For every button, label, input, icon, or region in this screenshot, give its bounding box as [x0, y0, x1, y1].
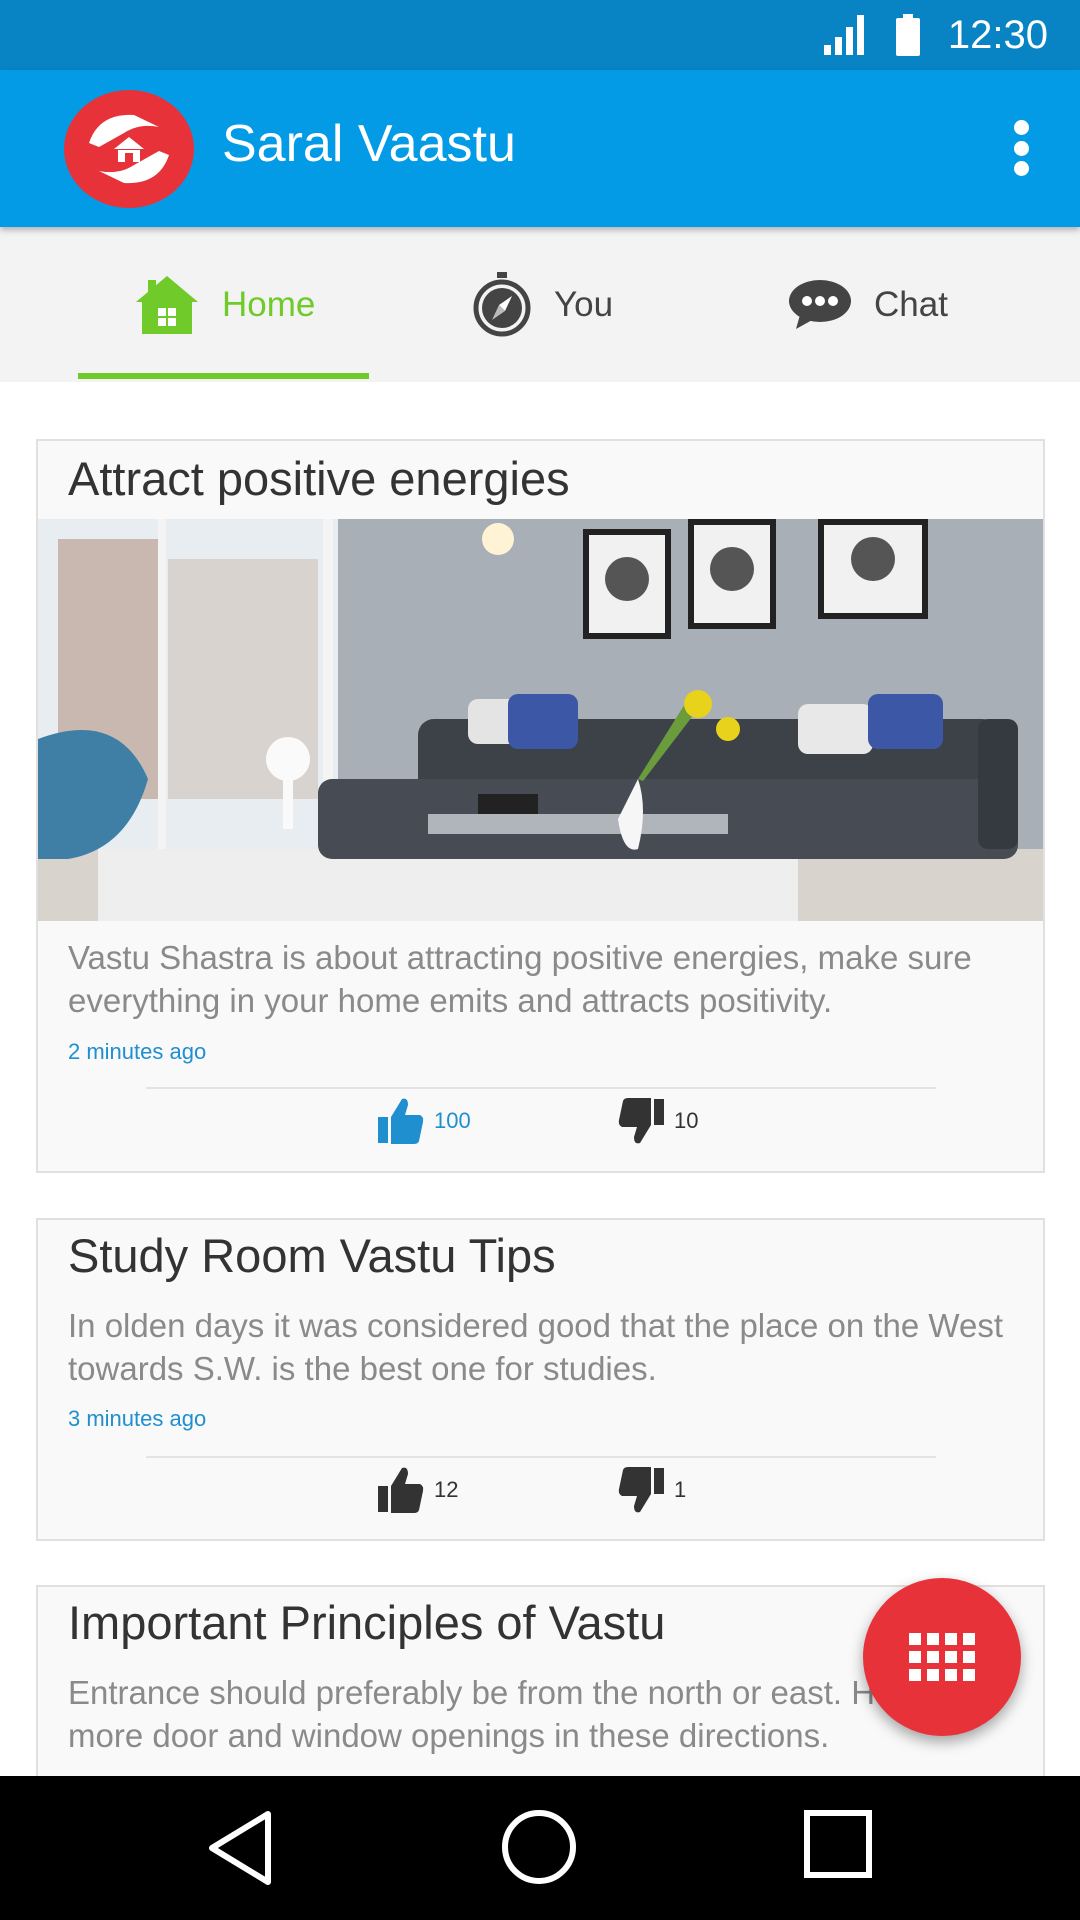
like-button[interactable]: 12 [378, 1466, 458, 1514]
post-text: In olden days it was considered good tha… [68, 1307, 1003, 1387]
thumbs-up-icon [378, 1467, 424, 1513]
card-divider [146, 1456, 936, 1458]
tab-bar: Home You Chat [0, 227, 1080, 382]
hands-house-logo-icon [89, 114, 169, 184]
tab-label: Home [222, 284, 316, 324]
living-room-photo[interactable] [38, 519, 1043, 921]
dislike-button[interactable]: 10 [618, 1097, 698, 1145]
post-card[interactable]: Attract positive energies Vastu Shastra … [36, 439, 1045, 1173]
thumbs-down-icon [618, 1098, 664, 1144]
post-timestamp: 3 minutes ago [68, 1406, 207, 1431]
tab-chat[interactable]: Chat [788, 227, 948, 382]
active-tab-indicator [78, 373, 369, 379]
like-count: 12 [434, 1477, 459, 1502]
post-timestamp: 2 minutes ago [68, 1039, 207, 1064]
app-title: Saral Vaastu [222, 115, 516, 173]
tab-home[interactable]: Home [134, 227, 315, 382]
dot-icon [1013, 140, 1029, 156]
recents-square-icon[interactable] [802, 1808, 874, 1880]
like-button[interactable]: 100 [378, 1097, 471, 1145]
status-time: 12:30 [947, 12, 1048, 57]
dislike-count: 10 [674, 1108, 699, 1133]
tab-label: Chat [874, 284, 948, 324]
signal-icon [823, 15, 864, 55]
post-title: Attract positive energies [68, 452, 570, 505]
home-circle-icon[interactable] [500, 1808, 578, 1886]
post-title: Important Principles of Vastu [68, 1596, 666, 1649]
status-bar: 12:30 [0, 0, 1080, 70]
app-logo [64, 90, 194, 208]
back-icon[interactable] [206, 1808, 276, 1888]
overflow-menu-button[interactable] [1006, 120, 1036, 176]
tab-label: You [554, 284, 614, 324]
tab-you[interactable]: You [472, 227, 613, 382]
dislike-button[interactable]: 1 [618, 1466, 686, 1514]
thumbs-up-icon [378, 1098, 424, 1144]
battery-icon [895, 14, 920, 56]
grid-icon [909, 1633, 975, 1681]
dislike-count: 1 [674, 1477, 687, 1502]
compass-icon [473, 271, 531, 336]
like-count: 100 [434, 1108, 471, 1133]
apps-grid-fab[interactable] [863, 1578, 1021, 1736]
living-room-image [38, 519, 1043, 921]
post-text: Vastu Shastra is about attracting positi… [68, 939, 972, 1019]
post-title: Study Room Vastu Tips [68, 1229, 556, 1282]
chat-bubble-icon [789, 279, 851, 329]
system-nav-bar [0, 1776, 1080, 1920]
card-divider [146, 1087, 936, 1089]
home-icon [136, 275, 198, 334]
app-bar: Saral Vaastu [0, 70, 1080, 227]
thumbs-down-icon [618, 1467, 664, 1513]
post-card[interactable]: Study Room Vastu Tips In olden days it w… [36, 1218, 1045, 1541]
dot-icon [1013, 120, 1029, 135]
dot-icon [1013, 161, 1029, 176]
